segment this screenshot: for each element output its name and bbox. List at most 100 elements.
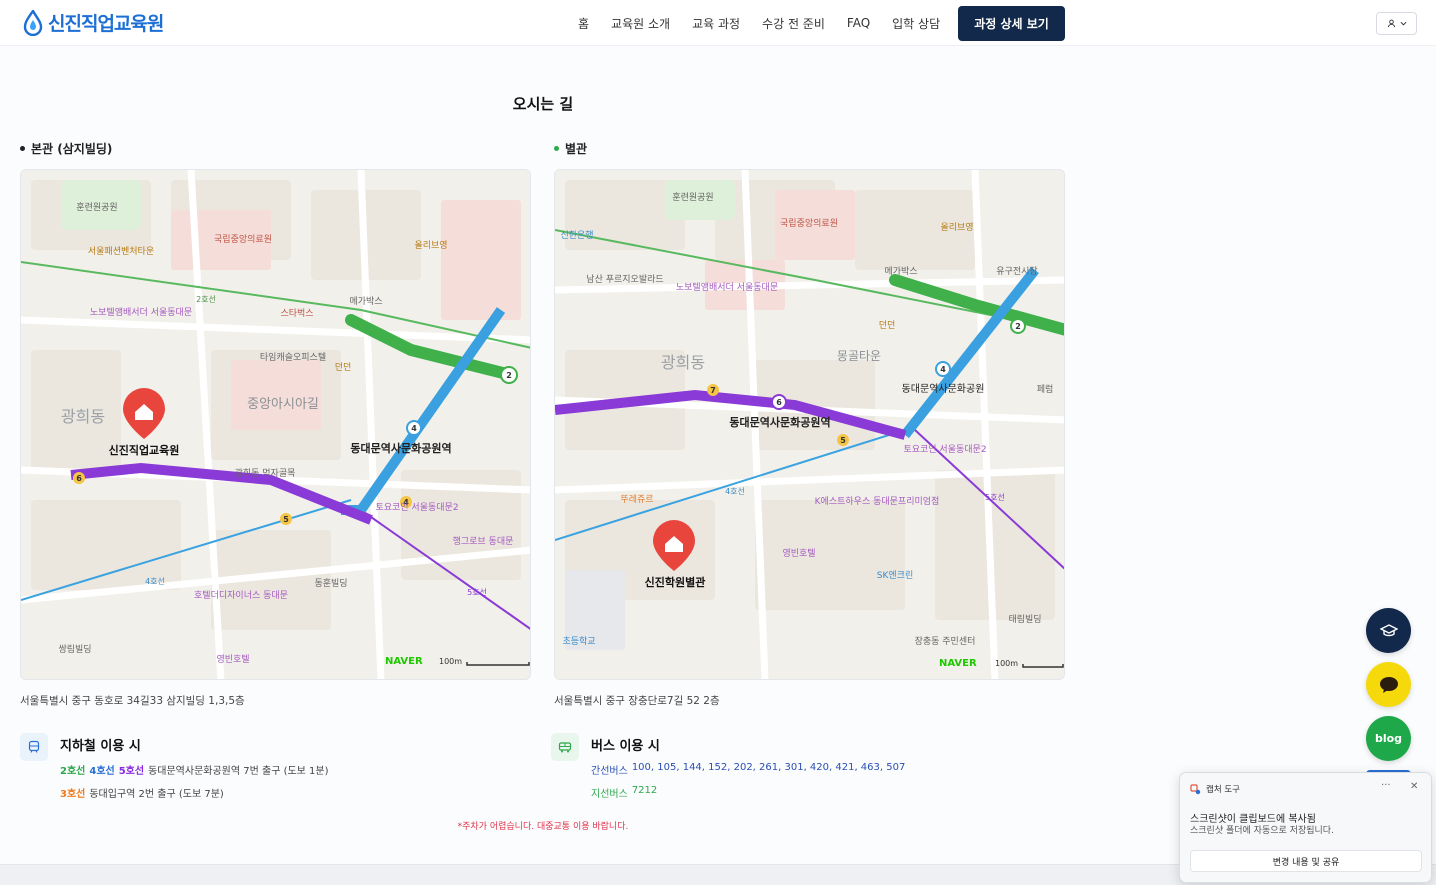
svg-text:동대문역사문화공원: 동대문역사문화공원	[902, 383, 985, 395]
nav-courses[interactable]: 교육 과정	[692, 15, 740, 32]
annex-map[interactable]: 2 4 6 5 7 신진학원별관 광희동 동대문역사문화공원역 훈련원공원 국립…	[554, 169, 1065, 680]
svg-text:호텔더디자이너스 동대문: 호텔더디자이너스 동대문	[194, 589, 288, 601]
close-icon[interactable]: ✕	[1410, 781, 1418, 792]
svg-text:장충동 주민센터: 장충동 주민센터	[915, 636, 976, 647]
svg-text:동훈빌딩: 동훈빌딩	[314, 577, 347, 589]
toast-header: 캡처 도구	[1190, 783, 1240, 795]
subway-info: 지하철 이용 시 2호선 4호선 5호선 동대문역사문화공원역 7번 출구 (도…	[20, 733, 329, 800]
svg-text:5: 5	[283, 515, 289, 524]
svg-text:6: 6	[76, 474, 82, 483]
kakao-chat-button[interactable]	[1366, 662, 1411, 707]
map-canvas: 2 4 6 5 7 신진학원별관 광희동 동대문역사문화공원역 훈련원공원 국립…	[555, 170, 1064, 679]
branch-bus-label: 지선버스	[591, 789, 628, 800]
svg-text:K에스트하우스 동대문프리미엄점: K에스트하우스 동대문프리미엄점	[815, 495, 940, 507]
main-building-map[interactable]: 2 4 6 5 4 신진직업교육원 광희동 동대문역사문화공원역 훈련원공원 국…	[20, 169, 531, 680]
svg-text:신진직업교육원: 신진직업교육원	[109, 443, 180, 457]
svg-text:던던: 던던	[879, 320, 896, 331]
svg-text:신한은행: 신한은행	[560, 229, 593, 241]
svg-text:국립중앙의료원: 국립중앙의료원	[780, 217, 838, 229]
bus-branch-line: 지선버스 7212	[591, 785, 905, 800]
svg-text:페럼: 페럼	[1037, 383, 1054, 395]
course-detail-button[interactable]: 과정 상세 보기	[958, 6, 1065, 41]
annex-label: 별관	[554, 140, 587, 157]
svg-text:중앙아시아길: 중앙아시아길	[247, 397, 319, 412]
svg-text:광희동: 광희동	[61, 407, 105, 426]
svg-text:2호선: 2호선	[196, 295, 216, 304]
line-3-badge: 3호선	[60, 789, 86, 800]
svg-text:영빈호텔: 영빈호텔	[216, 653, 249, 665]
svg-text:뚜레쥬르: 뚜레쥬르	[620, 494, 653, 505]
svg-text:행그로브 동대문: 행그로브 동대문	[453, 535, 514, 547]
svg-text:메가박스: 메가박스	[884, 266, 917, 277]
more-options-icon[interactable]: ···	[1381, 780, 1391, 791]
flame-logo-icon	[23, 9, 43, 36]
bus-title: 버스 이용 시	[591, 739, 660, 754]
subway-title: 지하철 이용 시	[60, 739, 141, 754]
svg-text:메가박스: 메가박스	[349, 296, 382, 307]
svg-text:토요코인 서울동대문2: 토요코인 서울동대문2	[375, 502, 458, 513]
svg-text:NAVER: NAVER	[939, 658, 977, 669]
line-5-badge: 5호선	[118, 766, 145, 777]
svg-text:올리브영: 올리브영	[414, 240, 447, 251]
svg-text:7: 7	[710, 386, 716, 395]
annex-address: 서울특별시 중구 장충단로7길 52 2층	[554, 695, 720, 707]
main-building-address: 서울특별시 중구 동호로 34길33 삼지빌딩 1,3,5층	[20, 695, 245, 707]
svg-text:4호선: 4호선	[145, 577, 165, 586]
nav-home[interactable]: 홈	[578, 15, 589, 32]
chat-bubble-icon	[1379, 676, 1398, 693]
svg-text:국립중앙의료원: 국립중앙의료원	[214, 233, 272, 245]
trunk-bus-label: 간선버스	[591, 766, 628, 777]
line-4-badge: 4호선	[89, 766, 115, 777]
line-2-badge: 2호선	[60, 766, 86, 777]
svg-text:SK엔크린: SK엔크린	[877, 570, 913, 581]
logo-text: 신진직업교육원	[48, 13, 164, 35]
svg-text:4: 4	[940, 365, 946, 374]
main-nav: 홈 교육원 소개 교육 과정 수강 전 준비 FAQ 입학 상담	[578, 0, 940, 46]
svg-text:4: 4	[411, 424, 417, 433]
nav-consult[interactable]: 입학 상담	[892, 15, 940, 32]
logo[interactable]: 신진직업교육원	[22, 9, 164, 36]
bullet-dot	[20, 146, 25, 151]
svg-text:5호선: 5호선	[985, 493, 1005, 502]
snipping-tool-toast[interactable]: 캡처 도구 ··· ✕ 스크린샷이 클립보드에 복사됨 스크린샷 폴더에 자동으…	[1179, 772, 1432, 883]
svg-text:몽골타운: 몽골타운	[837, 349, 881, 363]
svg-text:토요코인 서울동대문2: 토요코인 서울동대문2	[903, 444, 986, 455]
svg-text:2: 2	[506, 371, 512, 380]
user-menu-button[interactable]	[1376, 12, 1417, 35]
svg-text:신진학원별관: 신진학원별관	[645, 575, 706, 589]
svg-text:동대문역사문화공원역: 동대문역사문화공원역	[350, 441, 451, 455]
chevron-down-icon	[1400, 21, 1406, 26]
nav-preparation[interactable]: 수강 전 준비	[762, 15, 825, 32]
branch-bus-numbers: 7212	[631, 785, 658, 796]
svg-text:2: 2	[1015, 322, 1021, 331]
subway-icon	[20, 733, 48, 761]
edit-and-share-button[interactable]: 변경 내용 및 공유	[1190, 850, 1422, 872]
bus-info: 버스 이용 시 간선버스 100, 105, 144, 152, 202, 26…	[551, 733, 905, 800]
parking-note: *주차가 어렵습니다. 대중교통 이용 바랍니다.	[457, 822, 629, 832]
svg-text:유구전시장: 유구전시장	[996, 266, 1037, 277]
svg-text:타임캐슬오피스텔: 타임캐슬오피스텔	[260, 351, 326, 363]
subway-line-1: 2호선 4호선 5호선 동대문역사문화공원역 7번 출구 (도보 1분)	[60, 762, 329, 777]
user-icon	[1387, 19, 1395, 28]
svg-text:쌍림빌딩: 쌍림빌딩	[58, 643, 91, 655]
bus-trunk-line: 간선버스 100, 105, 144, 152, 202, 261, 301, …	[591, 762, 905, 777]
main-building-label-text: 본관 (삼지빌딩)	[31, 142, 113, 156]
svg-text:태림빌딩: 태림빌딩	[1008, 613, 1041, 625]
svg-text:4호선: 4호선	[725, 487, 745, 496]
svg-text:NAVER: NAVER	[385, 656, 423, 667]
blog-button[interactable]: blog	[1366, 716, 1411, 761]
nav-about[interactable]: 교육원 소개	[611, 15, 670, 32]
svg-text:올리브영: 올리브영	[940, 222, 973, 233]
svg-text:훈련원공원: 훈련원공원	[672, 191, 713, 203]
svg-text:훈련원공원: 훈련원공원	[76, 201, 117, 213]
course-float-button[interactable]	[1366, 608, 1411, 653]
main-building-label: 본관 (삼지빌딩)	[20, 140, 112, 157]
toast-subtitle: 스크린샷 폴더에 자동으로 저장됩니다.	[1190, 826, 1334, 836]
svg-text:6: 6	[776, 398, 782, 407]
svg-text:100m: 100m	[995, 659, 1018, 668]
nav-faq[interactable]: FAQ	[847, 16, 870, 30]
trunk-bus-numbers: 100, 105, 144, 152, 202, 261, 301, 420, …	[631, 762, 906, 773]
bullet-dot	[554, 146, 559, 151]
svg-text:5호선: 5호선	[467, 588, 487, 597]
snipping-tool-icon	[1190, 783, 1201, 794]
